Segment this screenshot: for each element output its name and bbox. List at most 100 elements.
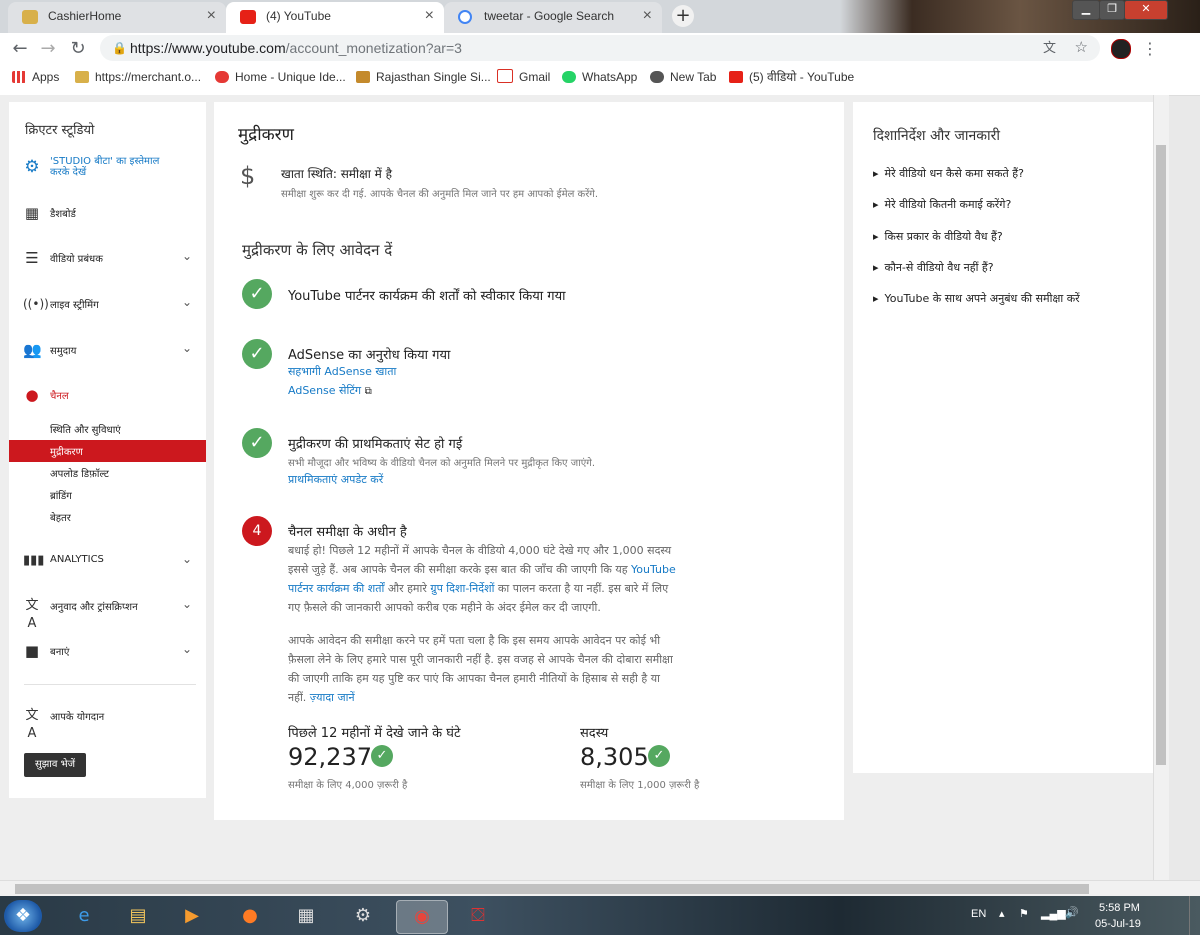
chevron-down-icon[interactable]: ⌄ [182, 642, 192, 656]
chevron-down-icon[interactable]: ⌄ [182, 341, 192, 355]
clock-date[interactable]: 05-Jul-19 [1095, 918, 1141, 930]
chevron-down-icon[interactable]: ⌄ [182, 295, 192, 309]
guideline-link[interactable]: किस प्रकार के वीडियो वैध हैं? [873, 229, 1003, 244]
chevron-down-icon[interactable]: ⌄ [182, 552, 192, 566]
ypp-terms-link[interactable]: पार्टनर कार्यक्रम की शर्तों [288, 582, 384, 595]
show-desktop-button[interactable] [1189, 896, 1200, 935]
chevron-down-icon[interactable]: ⌄ [182, 249, 192, 263]
guideline-link[interactable]: मेरे वीडियो कितनी कमाई करेंगे? [873, 197, 1012, 212]
forward-icon[interactable]: → [36, 37, 60, 61]
close-tab-icon[interactable]: × [643, 2, 652, 30]
sidebar-item-label: अनुवाद और ट्रांसक्रिप्शन [50, 602, 138, 613]
reload-icon[interactable]: ↻ [66, 37, 90, 61]
back-icon[interactable]: ← [8, 37, 32, 61]
bookmark-label: Gmail [519, 70, 551, 84]
bookmark-merchant[interactable]: https://merchant.o... [75, 64, 201, 90]
horizontal-scrollbar[interactable] [0, 880, 1200, 897]
sidebar-sub-monetization[interactable]: मुद्रीकरण [9, 440, 206, 462]
sidebar-item-live-streaming[interactable]: ((•)) लाइव स्ट्रीमिंग ⌄ [9, 293, 206, 315]
media-player-icon[interactable]: ▶ [172, 900, 212, 932]
tab-google-search[interactable]: tweetar - Google Search × [444, 2, 662, 33]
input-language[interactable]: EN [971, 908, 986, 920]
send-feedback-button[interactable]: सुझाव भेजें [24, 753, 86, 777]
translate-page-icon[interactable]: 文 [1043, 35, 1056, 61]
update-preferences-link[interactable]: प्राथमिकताएं अपडेट करें [288, 472, 383, 487]
tab-cashierhome[interactable]: CashierHome × [8, 2, 226, 33]
guideline-link[interactable]: कौन-से वीडियो वैध नहीं हैं? [873, 260, 994, 275]
volume-icon[interactable]: 🔊 [1065, 906, 1079, 919]
action-center-flag-icon[interactable]: ⚑ [1019, 907, 1029, 920]
firefox-icon[interactable]: ● [230, 900, 270, 932]
acrobat-icon[interactable]: ⛋ [458, 900, 498, 932]
internet-explorer-icon[interactable]: e [64, 900, 104, 932]
close-tab-icon[interactable]: × [207, 2, 216, 30]
new-tab-button[interactable]: + [672, 5, 694, 27]
ypp-terms-link[interactable]: YouTube [631, 563, 676, 576]
close-window-button[interactable]: ✕ [1124, 0, 1168, 20]
bookmark-home-unique[interactable]: Home - Unique Ide... [215, 64, 346, 90]
bookmark-apps[interactable]: Apps [12, 64, 59, 90]
tray-expand-icon[interactable]: ▴ [999, 907, 1005, 920]
learn-more-link[interactable]: ज़्यादा जानें [310, 691, 355, 704]
guideline-link[interactable]: मेरे वीडियो धन कैसे कमा सकते हैं? [873, 166, 1024, 181]
network-signal-icon[interactable]: ▂▄▆ [1041, 907, 1066, 920]
sidebar-sub-advanced[interactable]: बेहतर [50, 510, 71, 524]
chrome-icon[interactable]: ◉ [396, 900, 448, 934]
bookmark-new-tab[interactable]: New Tab [650, 64, 716, 90]
chevron-down-icon[interactable]: ⌄ [182, 597, 192, 611]
para-text: और हमारे [387, 582, 427, 595]
bookmark-label: Apps [32, 70, 60, 84]
guideline-link[interactable]: YouTube के साथ अपने अनुबंध की समीक्षा कर… [873, 291, 1080, 306]
sidebar-item-contributions[interactable]: 文A आपके योगदान [9, 705, 206, 741]
adsense-settings-link[interactable]: AdSense सेटिंग ⧉ [288, 383, 372, 398]
vertical-scrollbar[interactable] [1153, 95, 1169, 880]
step-channel-review: चैनल समीक्षा के अधीन है [288, 525, 407, 540]
community-guidelines-link[interactable]: ग्रुप दिशा-निर्देशों [430, 582, 494, 595]
scrollbar-thumb[interactable] [1156, 145, 1166, 765]
system-tray: EN ▴ ⚑ ▂▄▆ 🔊 5:58 PM 05-Jul-19 [965, 896, 1200, 935]
bookmark-label: (5) वीडियो - YouTube [749, 70, 855, 84]
studio-beta-link[interactable]: ⚙ 'STUDIO बीटा' का इस्तेमाल करके देखें [9, 156, 206, 188]
bookmark-label: New Tab [670, 70, 717, 84]
apply-heading: मुद्रीकरण के लिए आवेदन दें [242, 241, 393, 259]
sidebar-item-label: वीडियो प्रबंधक [50, 254, 103, 265]
sidebar-item-analytics[interactable]: ▮▮▮ ANALYTICS ⌄ [9, 550, 206, 572]
step-adsense-requested: AdSense का अनुरोध किया गया [288, 348, 451, 363]
start-button-icon[interactable]: ❖ [4, 900, 42, 932]
bookmark-whatsapp[interactable]: WhatsApp [562, 64, 637, 90]
adsense-account-link[interactable]: सहभागी AdSense खाता [288, 364, 396, 379]
sidebar-item-video-manager[interactable]: ☰ वीडियो प्रबंधक ⌄ [9, 247, 206, 269]
calculator-icon[interactable]: ▦ [286, 900, 326, 932]
sidebar-sub-branding[interactable]: ब्रांडिंग [50, 488, 72, 502]
scrollbar-thumb[interactable] [15, 884, 1089, 894]
google-favicon-icon [458, 10, 472, 24]
bookmark-star-icon[interactable]: ☆ [1075, 35, 1088, 61]
sidebar-item-create[interactable]: ■ बनाएं ⌄ [9, 640, 206, 662]
sidebar-sub-upload-defaults[interactable]: अपलोड डिफ़ॉल्ट [50, 466, 109, 480]
menu-kebab-icon[interactable]: ⋮ [1138, 37, 1162, 61]
profile-avatar[interactable] [1111, 39, 1131, 59]
close-tab-icon[interactable]: × [425, 2, 434, 30]
bookmark-gmail[interactable]: Gmail [497, 64, 550, 90]
sidebar-item-channel[interactable]: ● चैनल [9, 384, 206, 406]
step4-paragraph-1: बधाई हो! पिछले 12 महीनों में आपके चैनल क… [288, 541, 728, 617]
file-explorer-icon[interactable]: ▤ [118, 900, 158, 932]
sidebar-sub-status[interactable]: स्थिति और सुविधाएं [50, 422, 121, 436]
settings-gear-icon[interactable]: ⚙ [343, 900, 383, 932]
sidebar-item-dashboard[interactable]: ▦ डैशबोर्ड [9, 202, 206, 224]
para-line: गए फ़ैसले की जानकारी आपको करीब एक महीने … [288, 601, 601, 614]
bookmark-label: Home - Unique Ide... [235, 70, 346, 84]
minimize-button[interactable]: ▁ [1072, 0, 1100, 20]
clock-time[interactable]: 5:58 PM [1099, 902, 1140, 914]
sidebar-item-translation[interactable]: 文A अनुवाद और ट्रांसक्रिप्शन ⌄ [9, 595, 206, 631]
url-input[interactable]: 🔒 https://www.youtube.com/account_moneti… [100, 35, 1100, 61]
sidebar-item-community[interactable]: 👥 समुदाय ⌄ [9, 339, 206, 361]
guidelines-title: दिशानिर्देश और जानकारी [873, 128, 1001, 144]
tab-strip: CashierHome × (4) YouTube × tweetar - Go… [0, 0, 1200, 33]
bookmark-rajasthan[interactable]: Rajasthan Single Si... [356, 64, 491, 90]
bookmark-youtube[interactable]: (5) वीडियो - YouTube [729, 64, 854, 90]
address-bar: ← → ↻ 🔒 https://www.youtube.com/account_… [0, 33, 1200, 64]
tab-youtube[interactable]: (4) YouTube × [226, 2, 444, 33]
maximize-button[interactable]: ❐ [1099, 0, 1125, 20]
step-preferences-set: मुद्रीकरण की प्राथमिकताएं सेट हो गई [288, 437, 463, 452]
